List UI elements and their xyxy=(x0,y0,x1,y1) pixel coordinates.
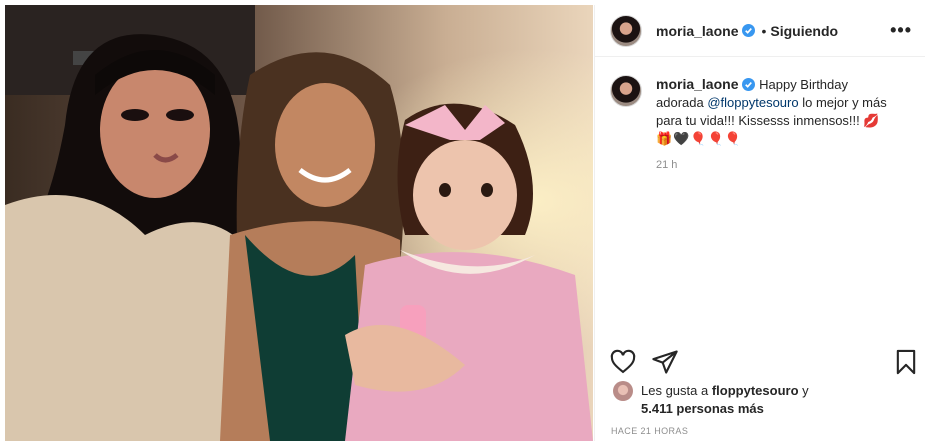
post-modal: moria_laone • Siguiendo ••• moria_laone … xyxy=(5,5,925,441)
separator-dot: • xyxy=(761,22,767,39)
author-avatar[interactable] xyxy=(610,14,642,47)
post-timestamp[interactable]: HACE 21 HORAS xyxy=(611,426,688,436)
likes-and: y xyxy=(802,383,809,398)
heart-icon[interactable] xyxy=(609,348,637,376)
likes-text: Les gusta a floppytesouro y 5.411 person… xyxy=(641,382,809,418)
follow-status-button[interactable]: Siguiendo xyxy=(770,23,838,39)
post-sidebar: moria_laone • Siguiendo ••• moria_laone … xyxy=(594,5,925,441)
photo-illustration xyxy=(5,5,593,441)
liker-username[interactable]: floppytesouro xyxy=(712,383,799,398)
post-header: moria_laone • Siguiendo ••• xyxy=(595,5,925,57)
author-username[interactable]: moria_laone xyxy=(656,23,738,39)
more-options-icon[interactable]: ••• xyxy=(890,20,912,41)
caption-avatar[interactable] xyxy=(610,75,642,107)
likes-count-button[interactable]: 5.411 personas más xyxy=(641,401,764,416)
caption-username[interactable]: moria_laone xyxy=(656,76,738,92)
verified-badge-icon xyxy=(742,78,756,91)
send-icon[interactable] xyxy=(651,348,679,376)
caption-mention-link[interactable]: @floppytesouro xyxy=(707,95,798,110)
caption-time[interactable]: 21 h xyxy=(656,156,896,174)
bookmark-icon[interactable] xyxy=(892,348,920,376)
verified-badge-icon xyxy=(742,24,756,37)
likes-prefix: Les gusta a xyxy=(641,383,709,398)
post-photo[interactable] xyxy=(5,5,593,441)
caption-body: moria_laone Happy Birthday adorada @flop… xyxy=(656,75,896,174)
action-bar xyxy=(595,344,925,384)
likes-summary: Les gusta a floppytesouro y 5.411 person… xyxy=(613,381,913,418)
liker-avatar[interactable] xyxy=(613,381,633,401)
caption: moria_laone Happy Birthday adorada @flop… xyxy=(595,57,925,174)
